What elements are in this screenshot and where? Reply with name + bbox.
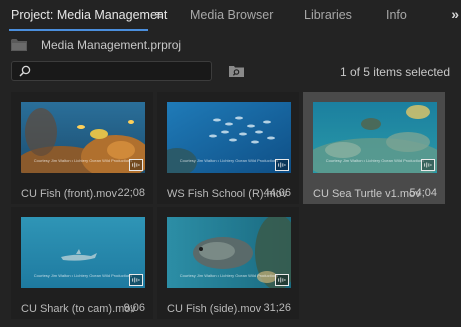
clip-thumbnail: Courtesy Jim Walton • Lichtery Ocean Wil…: [21, 102, 145, 173]
clip-duration: 54;04: [409, 187, 437, 199]
active-tab-indicator: [9, 29, 148, 31]
audio-video-icon: [421, 159, 435, 171]
clip-grid: Courtesy Jim Walton • Lichtery Ocean Wil…: [11, 92, 451, 327]
audio-video-icon: [275, 159, 289, 171]
tab-overflow-icon[interactable]: »: [451, 0, 459, 31]
clip-watermark: Courtesy Jim Walton • Lichtery Ocean Wil…: [33, 273, 133, 278]
clip-duration: 31;26: [263, 302, 291, 314]
clip-tile[interactable]: Courtesy Jim Walton • Lichtery Ocean Wil…: [11, 92, 153, 204]
audio-video-icon: [275, 274, 289, 286]
tab-media-browser[interactable]: Media Browser: [190, 0, 273, 31]
clip-tile[interactable]: Courtesy Jim Walton • Lichtery Ocean Wil…: [157, 207, 299, 319]
tab-project[interactable]: Project: Media Management: [11, 0, 167, 31]
search-input[interactable]: [11, 61, 212, 81]
clip-watermark: Courtesy Jim Walton • Lichtery Ocean Wil…: [33, 158, 133, 163]
selection-status: 1 of 5 items selected: [339, 65, 450, 79]
clip-thumbnail: Courtesy Jim Walton • Lichtery Ocean Wil…: [313, 102, 437, 173]
find-in-bin-icon[interactable]: [229, 65, 244, 77]
clip-watermark: Courtesy Jim Walton • Lichtery Ocean Wil…: [179, 158, 279, 163]
clip-watermark: Courtesy Jim Walton • Lichtery Ocean Wil…: [325, 158, 425, 163]
panel-tab-bar: Project: Media Management ≡ Media Browse…: [0, 0, 461, 31]
clip-name: CU Sea Turtle v1.mov: [313, 188, 421, 200]
clip-tile[interactable]: Courtesy Jim Walton • Lichtery Ocean Wil…: [157, 92, 299, 204]
folder-icon: [11, 39, 27, 51]
project-filename: Media Management.prproj: [41, 38, 182, 52]
clip-watermark: Courtesy Jim Walton • Lichtery Ocean Wil…: [179, 273, 279, 278]
audio-video-icon: [129, 159, 143, 171]
clip-duration: 44;06: [263, 187, 291, 199]
tab-libraries[interactable]: Libraries: [304, 0, 352, 31]
clip-thumbnail: Courtesy Jim Walton • Lichtery Ocean Wil…: [21, 217, 145, 288]
tab-info[interactable]: Info: [386, 0, 407, 31]
panel-menu-icon[interactable]: ≡: [155, 0, 163, 31]
clip-thumbnail: Courtesy Jim Walton • Lichtery Ocean Wil…: [167, 102, 291, 173]
clip-name: CU Shark (to cam).mov: [21, 303, 136, 315]
clip-duration: 22;08: [117, 187, 145, 199]
clip-tile-selected[interactable]: Courtesy Jim Walton • Lichtery Ocean Wil…: [303, 92, 445, 204]
clip-thumbnail: Courtesy Jim Walton • Lichtery Ocean Wil…: [167, 217, 291, 288]
clip-duration: 9;06: [123, 302, 145, 314]
clip-tile[interactable]: Courtesy Jim Walton • Lichtery Ocean Wil…: [11, 207, 153, 319]
search-icon: [19, 65, 31, 77]
audio-video-icon: [129, 274, 143, 286]
clip-name: CU Fish (side).mov: [167, 303, 262, 315]
clip-name: CU Fish (front).mov: [21, 188, 117, 200]
